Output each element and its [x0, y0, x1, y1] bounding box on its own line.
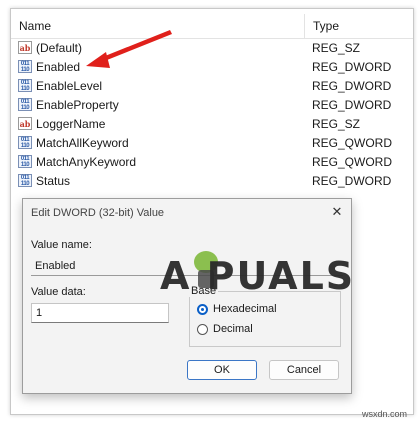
string-value-icon: ab [18, 117, 32, 130]
value-name: (Default) [36, 40, 83, 55]
value-data-input[interactable]: 1 [31, 303, 169, 323]
value-name: MatchAnyKeyword [36, 154, 137, 169]
list-item[interactable]: 011 110 Status REG_DWORD [11, 171, 413, 190]
cancel-button[interactable]: Cancel [269, 360, 339, 380]
value-type: REG_QWORD [312, 135, 393, 150]
decimal-radio[interactable]: Decimal [197, 323, 253, 335]
string-value-icon: ab [18, 41, 32, 54]
binary-value-icon: 011 110 [18, 136, 32, 149]
dialog-title: Edit DWORD (32-bit) Value [31, 207, 165, 219]
binary-value-icon: 011 110 [18, 79, 32, 92]
list-item[interactable]: 011 110 EnableLevel REG_DWORD [11, 76, 413, 95]
list-item[interactable]: 011 110 Enabled REG_DWORD [11, 57, 413, 76]
edit-dword-dialog: Edit DWORD (32-bit) Value ✕ Value name: … [22, 198, 352, 394]
value-type: REG_DWORD [312, 97, 392, 112]
radio-label: Decimal [213, 323, 253, 335]
binary-value-icon: 011 110 [18, 98, 32, 111]
value-name: Status [36, 173, 71, 188]
value-type: REG_DWORD [312, 78, 392, 93]
value-type: REG_QWORD [312, 154, 393, 169]
hexadecimal-radio[interactable]: Hexadecimal [197, 303, 277, 315]
value-data-label: Value data: [31, 286, 86, 298]
value-type: REG_SZ [312, 40, 361, 55]
value-type: REG_SZ [312, 116, 361, 131]
base-label: Base [189, 285, 219, 297]
binary-value-icon: 011 110 [18, 174, 32, 187]
radio-selected-icon [197, 303, 208, 315]
value-name: MatchAllKeyword [36, 135, 129, 150]
value-name: LoggerName [36, 116, 106, 131]
value-name: Enabled [36, 59, 81, 74]
binary-value-icon: 011 110 [18, 155, 32, 168]
registry-column-header: Name Type [11, 14, 413, 39]
site-watermark: wsxdn.com [362, 409, 408, 419]
base-groupbox [189, 291, 341, 347]
radio-unselected-icon [197, 323, 208, 335]
ok-button[interactable]: OK [187, 360, 257, 380]
list-item[interactable]: ab LoggerName REG_SZ [11, 114, 413, 133]
value-name: EnableProperty [36, 97, 119, 112]
binary-value-icon: 011 110 [18, 60, 32, 73]
list-item[interactable]: 011 110 MatchAnyKeyword REG_QWORD [11, 152, 413, 171]
list-item[interactable]: ab (Default) REG_SZ [11, 38, 413, 57]
close-icon[interactable]: ✕ [329, 204, 345, 220]
list-item[interactable]: 011 110 EnableProperty REG_DWORD [11, 95, 413, 114]
radio-label: Hexadecimal [213, 303, 277, 315]
value-name: EnableLevel [36, 78, 103, 93]
value-name-label: Value name: [31, 239, 92, 251]
name-column-header[interactable]: Name [11, 19, 304, 33]
registry-values-list: ab (Default) REG_SZ 011 110 Enabled REG_DWO… [11, 38, 413, 190]
value-type: REG_DWORD [312, 173, 392, 188]
type-column-header[interactable]: Type [305, 19, 339, 33]
value-type: REG_DWORD [312, 59, 392, 74]
list-item[interactable]: 011 110 MatchAllKeyword REG_QWORD [11, 133, 413, 152]
value-name-field[interactable]: Enabled [31, 256, 343, 276]
